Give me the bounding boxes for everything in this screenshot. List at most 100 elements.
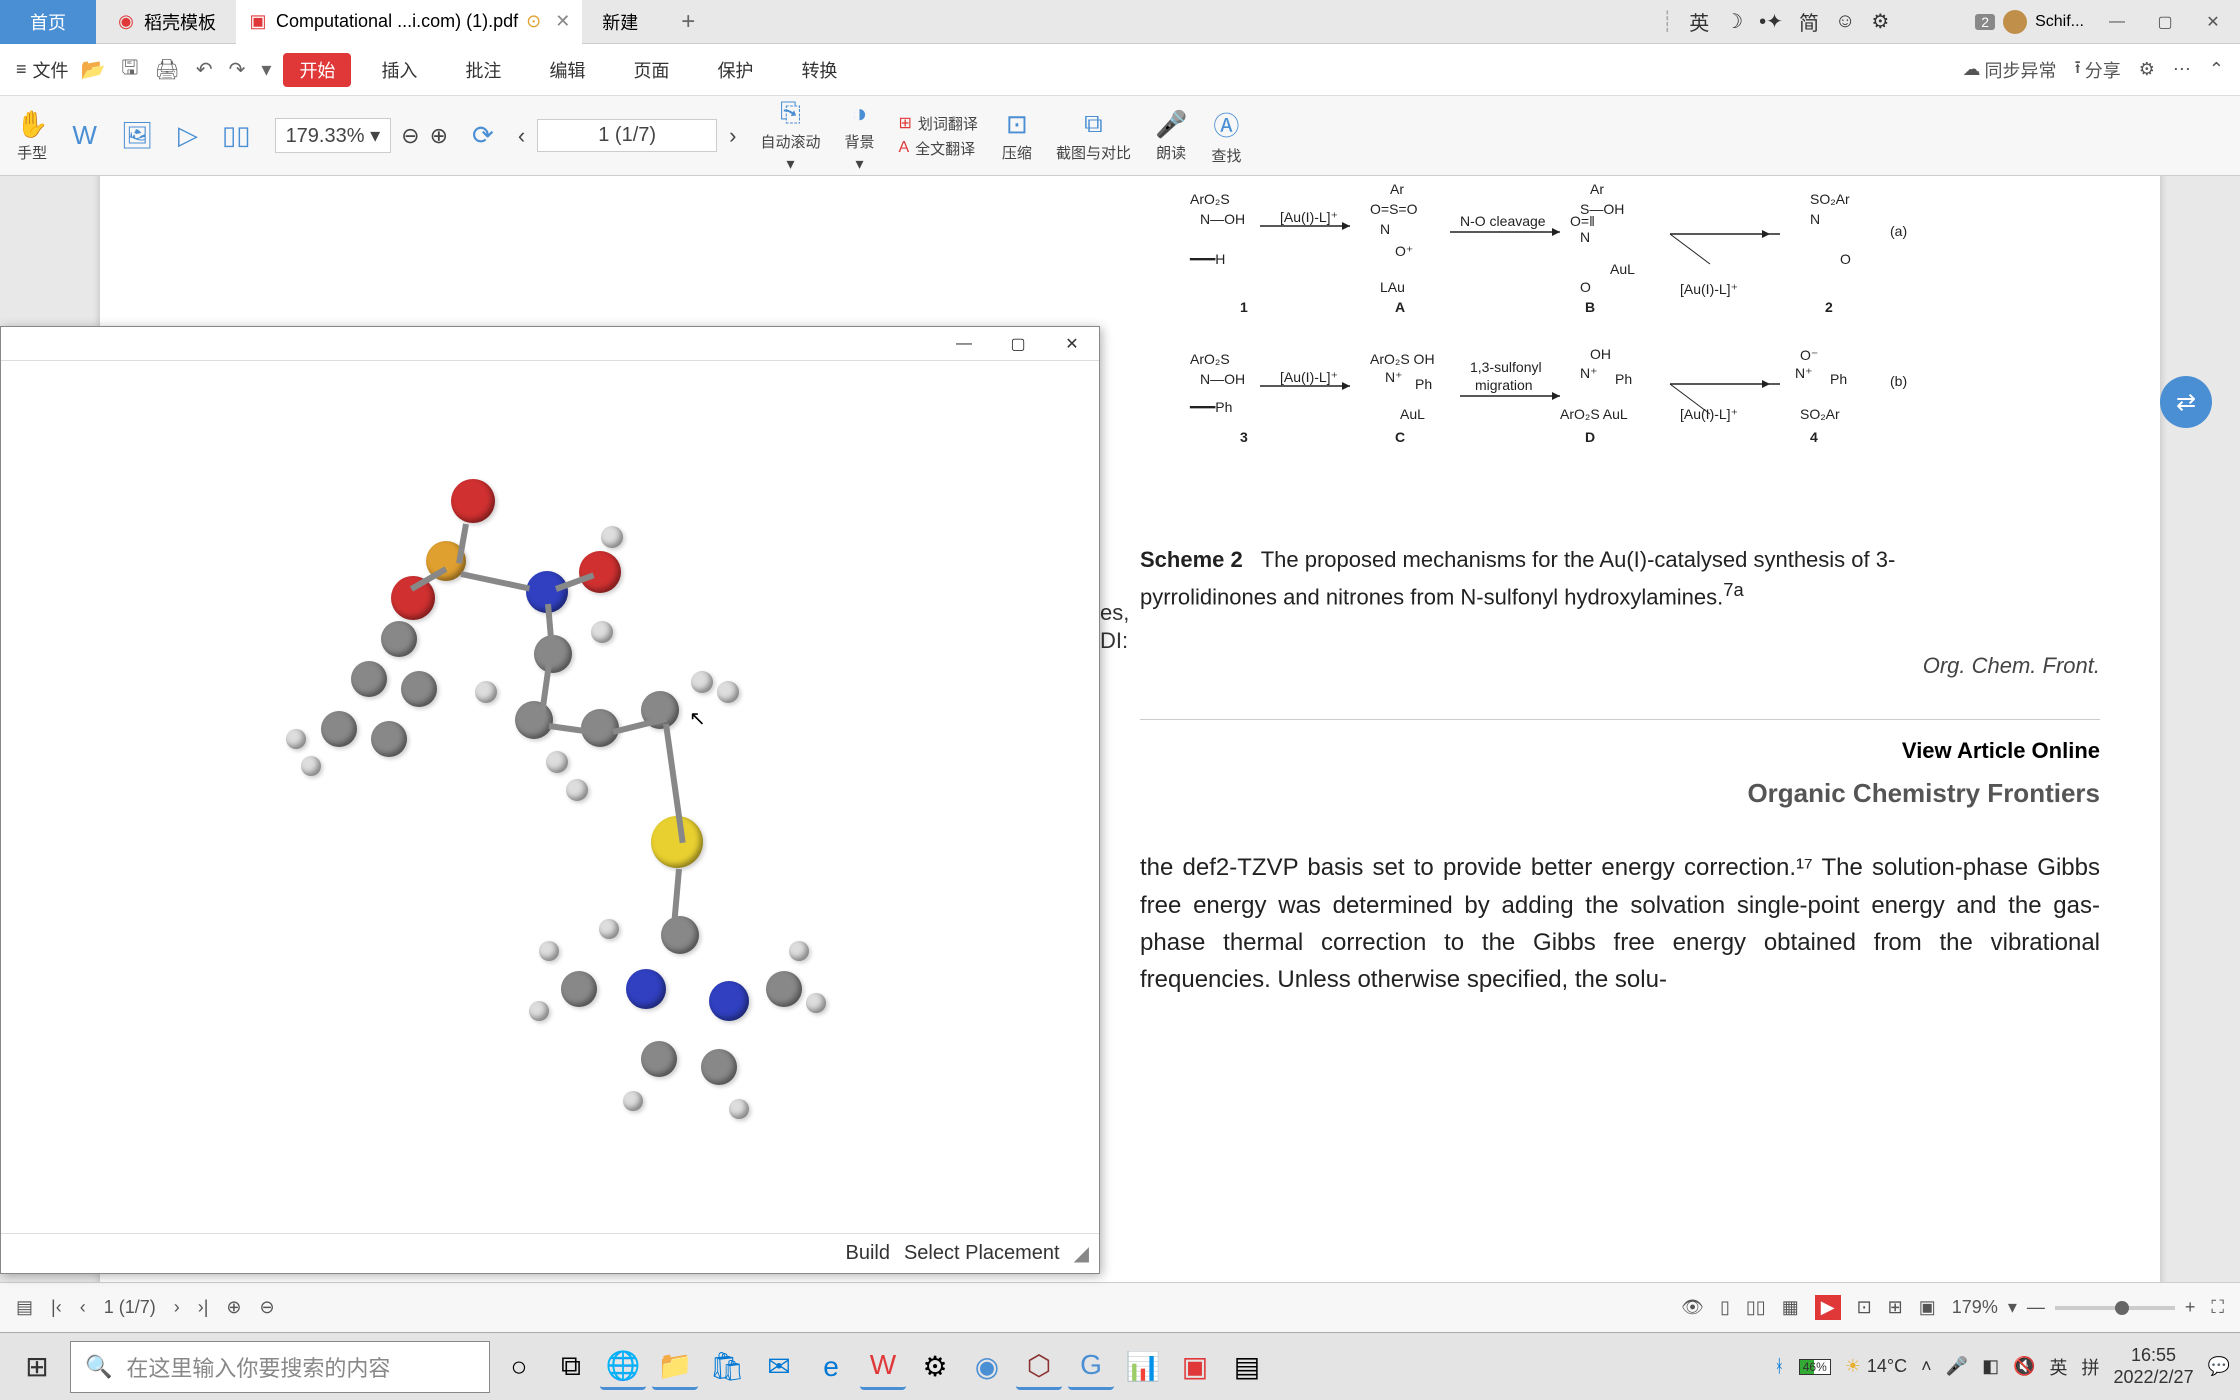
hand-tool[interactable]: ✋手型 [16, 109, 48, 163]
taskview-icon[interactable]: ⧉ [548, 1344, 594, 1390]
menu-edit[interactable]: 编辑 [531, 57, 603, 83]
full-trans-tool[interactable]: A全文翻译 [899, 138, 978, 159]
page-input[interactable]: 1 (1/7) [537, 119, 717, 152]
fullscreen-icon[interactable]: ⛶ [2211, 1297, 2224, 1318]
app3-icon[interactable]: ▣ [1172, 1344, 1218, 1390]
app2-icon[interactable]: 📊 [1120, 1344, 1166, 1390]
tray-ime-en[interactable]: 英 [2050, 1354, 2068, 1380]
maximize-button[interactable]: ▢ [2142, 2, 2188, 42]
print-icon[interactable]: 🖨 [154, 57, 179, 82]
notification-icon[interactable]: 💬 [2208, 1356, 2230, 1377]
view-online-link[interactable]: View Article Online [1140, 738, 2100, 764]
bluetooth-icon[interactable]: ᚼ [1774, 1356, 1785, 1377]
ime-lang2[interactable]: 简 [1799, 7, 1819, 36]
readaloud-tool[interactable]: 🎤朗读 [1155, 109, 1187, 163]
menu-page[interactable]: 页面 [615, 57, 687, 83]
status-zoom-value[interactable]: 179% [1952, 1297, 1998, 1318]
mol-close-button[interactable]: ✕ [1049, 329, 1095, 359]
taskbar-search[interactable]: 🔍 在这里输入你要搜索的内容 [70, 1341, 490, 1393]
explorer-icon[interactable]: 📁 [652, 1344, 698, 1390]
last-page-icon[interactable]: ›| [198, 1297, 209, 1318]
tool2-icon[interactable]: ⊞ [1888, 1297, 1903, 1318]
tab-new[interactable]: 新建 [582, 0, 658, 44]
save-icon[interactable]: 🖫 [121, 53, 138, 87]
next-page-icon[interactable]: › [729, 123, 736, 149]
next-page-status-icon[interactable]: › [174, 1297, 180, 1318]
background-tool[interactable]: ◑背景▾ [844, 98, 874, 174]
zoom-value[interactable]: 179.33% ▾ [275, 118, 392, 153]
weather-indicator[interactable]: ☀14°C [1845, 1356, 1907, 1377]
clock[interactable]: 16:55 2022/2/27 [2114, 1345, 2194, 1388]
tray-lang-icon[interactable]: ◧ [1982, 1356, 1999, 1377]
file-menu[interactable]: ≡ 文件 [16, 57, 69, 83]
play-status-icon[interactable]: ▶ [1815, 1295, 1841, 1320]
settings-icon[interactable]: ⚙ [2139, 59, 2155, 80]
mol-select-button[interactable]: Select Placement [904, 1242, 1060, 1265]
dropdown-icon[interactable]: ▾ [261, 57, 271, 82]
tab-templates[interactable]: ◉ 稻壳模板 [96, 0, 236, 44]
menu-insert[interactable]: 插入 [363, 57, 435, 83]
zoom-slider[interactable] [2055, 1306, 2175, 1310]
tab-home[interactable]: 首页 [0, 0, 96, 44]
mol-titlebar[interactable]: — ▢ ✕ [1, 327, 1099, 361]
wps-icon[interactable]: W [860, 1344, 906, 1390]
chemdraw-icon[interactable]: ⬡ [1016, 1344, 1062, 1390]
profile-area[interactable]: 2 Schif... [1965, 10, 2094, 34]
menu-protect[interactable]: 保护 [699, 57, 771, 83]
zoom-in-status-icon[interactable]: + [2185, 1297, 2196, 1318]
tab-close-icon[interactable]: ✕ [555, 11, 570, 32]
word-trans-tool[interactable]: ⊞划词翻译 [899, 113, 978, 134]
edge-legacy-icon[interactable]: e [808, 1344, 854, 1390]
jump-out-icon[interactable]: ⊖ [259, 1297, 274, 1318]
floating-translate-button[interactable]: ⇄ [2160, 376, 2212, 428]
autoscroll-tool[interactable]: ⎘自动滚动▾ [760, 97, 820, 174]
gaussview-icon[interactable]: G [1068, 1344, 1114, 1390]
zoom-out-icon[interactable]: ⊖ [401, 123, 419, 149]
settings-tb-icon[interactable]: ⚙ [912, 1344, 958, 1390]
eye-icon[interactable]: 👁 [1681, 1297, 1704, 1318]
sidebar-toggle-icon[interactable]: ▤ [16, 1297, 33, 1318]
read-mode[interactable]: ▯▯ [222, 120, 251, 151]
first-page-icon[interactable]: |‹ [51, 1297, 62, 1318]
mol-resize-icon[interactable]: ◢ [1074, 1241, 1089, 1266]
battery-indicator[interactable]: 46% [1799, 1359, 1831, 1375]
smile-icon[interactable]: ☺ [1835, 10, 1855, 33]
menu-convert[interactable]: 转换 [783, 57, 855, 83]
mol-maximize-button[interactable]: ▢ [995, 329, 1041, 359]
zoom-in-icon[interactable]: ⊕ [430, 123, 448, 149]
play-tool[interactable]: ▷ [178, 120, 198, 151]
tool1-icon[interactable]: ⊡ [1857, 1297, 1872, 1318]
find-tool[interactable]: Ⓐ查找 [1211, 106, 1241, 166]
close-button[interactable]: ✕ [2190, 2, 2236, 42]
mol-build-button[interactable]: Build [845, 1242, 889, 1265]
zoom-out-status-icon[interactable]: — [2027, 1297, 2045, 1318]
tray-arrow-icon[interactable]: ˄ [1921, 1356, 1932, 1377]
zoom-slider-thumb[interactable] [2115, 1301, 2129, 1315]
tab-pdf[interactable]: ▣ Computational ...i.com) (1).pdf ⊙ ✕ [236, 0, 582, 44]
more-icon[interactable]: ⋯ [2173, 59, 2191, 80]
status-page[interactable]: 1 (1/7) [104, 1297, 156, 1318]
start-button[interactable]: ⊞ [10, 1340, 64, 1394]
view3-icon[interactable]: ▦ [1782, 1297, 1799, 1318]
tray-volume-icon[interactable]: 🔇 [2013, 1356, 2035, 1377]
minimize-button[interactable]: — [2094, 2, 2140, 42]
new-tab-button[interactable]: + [668, 2, 708, 42]
collapse-icon[interactable]: ⌃ [2209, 59, 2224, 80]
app4-icon[interactable]: ▤ [1224, 1344, 1270, 1390]
tray-mic-icon[interactable]: 🎤 [1946, 1356, 1968, 1377]
rotate-tool[interactable]: ⟳ [472, 120, 494, 151]
prev-page-icon[interactable]: ‹ [518, 123, 525, 149]
mol-canvas[interactable]: ↖ [1, 361, 1099, 1233]
sync-status[interactable]: ☁同步异常 [1962, 57, 2056, 83]
ime-lang1[interactable]: 英 [1689, 7, 1709, 36]
redo-icon[interactable]: ↷ [229, 57, 246, 82]
tool3-icon[interactable]: ▣ [1919, 1297, 1936, 1318]
cortana-icon[interactable]: ○ [496, 1344, 542, 1390]
convert-word[interactable]: W [72, 120, 97, 151]
moon-icon[interactable]: ☽ [1725, 9, 1743, 34]
menu-annotate[interactable]: 批注 [447, 57, 519, 83]
menu-start[interactable]: 开始 [283, 53, 351, 87]
undo-icon[interactable]: ↶ [196, 57, 213, 82]
jump-icon[interactable]: ⊕ [226, 1297, 241, 1318]
gear-icon[interactable]: ⚙ [1871, 9, 1889, 34]
